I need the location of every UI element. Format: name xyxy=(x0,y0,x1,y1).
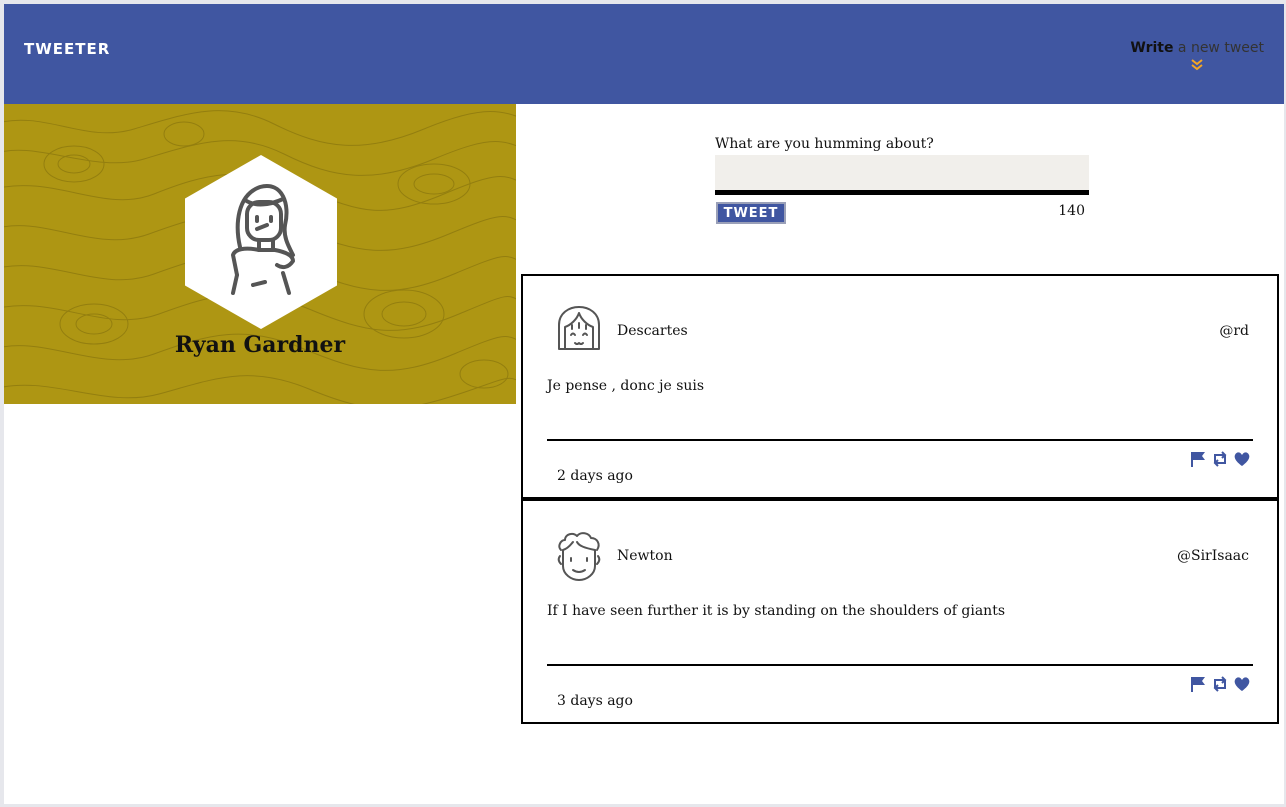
compose-toggle-text: a new tweet xyxy=(1173,40,1264,56)
tweet-input[interactable] xyxy=(715,155,1089,195)
tweet-author-name: Newton xyxy=(617,548,673,564)
woman-avatar-icon xyxy=(185,155,337,329)
tweet-actions xyxy=(1189,675,1251,693)
top-nav: TWEETER Write a new tweet xyxy=(4,4,1284,104)
tweet-content: Je pense , donc je suis xyxy=(547,378,705,394)
heart-icon[interactable] xyxy=(1233,450,1251,468)
retweet-icon[interactable] xyxy=(1211,450,1229,468)
flag-icon[interactable] xyxy=(1189,450,1207,468)
brand-logo[interactable]: TWEETER xyxy=(24,40,110,58)
tweet-card: Newton @SirIsaac If I have seen further … xyxy=(521,499,1279,724)
girl-avatar-icon xyxy=(558,306,600,350)
retweet-icon[interactable] xyxy=(1211,675,1229,693)
character-counter: 140 xyxy=(1058,203,1085,219)
tweet-timestamp: 2 days ago xyxy=(557,468,633,484)
tweet-author-name: Descartes xyxy=(617,323,688,339)
tweet-content: If I have seen further it is by standing… xyxy=(547,603,1006,619)
page: TWEETER Write a new tweet Ryan Gardner W… xyxy=(4,4,1284,804)
tweet-composer: What are you humming about? TWEET 140 xyxy=(715,136,1089,226)
flag-icon[interactable] xyxy=(1189,675,1207,693)
profile-header: Ryan Gardner xyxy=(4,104,516,404)
tweet-divider xyxy=(547,439,1253,441)
tweet-author-handle: @SirIsaac xyxy=(1176,548,1249,564)
tweet-card: Descartes @rd Je pense , donc je suis 2 … xyxy=(521,274,1279,499)
profile-name: Ryan Gardner xyxy=(174,332,346,358)
compose-toggle-bold: Write xyxy=(1130,40,1174,56)
tweet-actions xyxy=(1189,450,1251,468)
tweet-divider xyxy=(547,664,1253,666)
curly-hair-avatar-icon xyxy=(557,532,601,581)
composer-label: What are you humming about? xyxy=(715,136,934,152)
tweet-timestamp: 3 days ago xyxy=(557,693,633,709)
double-chevron-down-icon xyxy=(1191,59,1203,71)
tweet-button[interactable]: TWEET xyxy=(716,202,786,224)
heart-icon[interactable] xyxy=(1233,675,1251,693)
composer-footer: TWEET 140 xyxy=(715,200,1089,226)
tweet-author-handle: @rd xyxy=(1219,323,1249,339)
write-new-tweet-toggle[interactable]: Write a new tweet xyxy=(1130,40,1264,72)
